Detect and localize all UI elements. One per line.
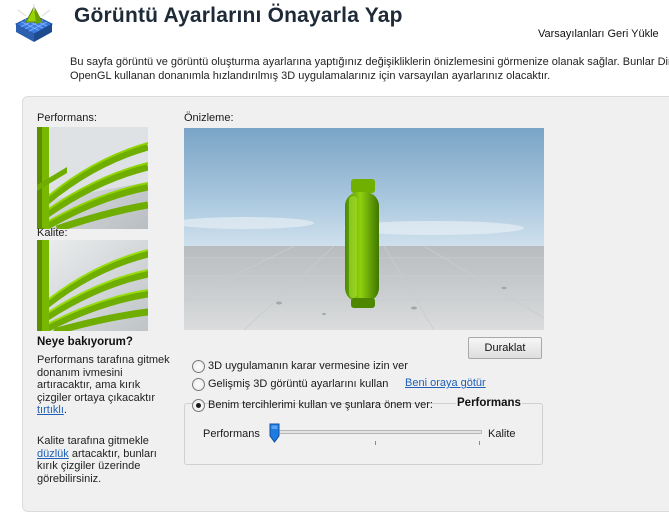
quality-thumbnail <box>37 240 148 331</box>
preview-scene <box>184 128 544 330</box>
radio-advanced-settings[interactable] <box>192 377 205 391</box>
take-me-there-link[interactable]: Beni oraya götür <box>405 377 486 389</box>
help-title: Neye bakıyorum? <box>37 336 133 348</box>
restore-defaults-link[interactable]: Varsayılanları Geri Yükle <box>538 28 659 40</box>
option-advanced-settings-label: Gelişmiş 3D görüntü ayarlarını kullan <box>208 378 389 390</box>
page-header: Görüntü Ayarlarını Önayarla Yap Varsayıl… <box>0 0 669 46</box>
slider-tick <box>479 441 480 445</box>
radio-let-application-decide[interactable] <box>192 359 205 373</box>
slider-right-label: Kalite <box>488 428 516 440</box>
page-title: Görüntü Ayarlarını Önayarla Yap <box>74 4 403 27</box>
quality-thumbnail-label: Kalite: <box>37 227 68 239</box>
aliasing-link[interactable]: tırtıklı <box>37 404 64 416</box>
pause-button[interactable]: Duraklat <box>468 337 542 359</box>
slider-left-label: Performans <box>203 428 260 440</box>
description-line-1: Bu sayfa görüntü ve görüntü oluşturma ay… <box>70 56 669 68</box>
help-performance-body: Performans tarafına gitmek donanım ivmes… <box>37 354 170 404</box>
option-use-my-preference[interactable]: Benim tercihlerimi kullan ve şunlara öne… <box>192 397 433 413</box>
radio-use-my-preference[interactable] <box>192 398 205 412</box>
slider-tick <box>375 441 376 445</box>
quality-slider-track[interactable] <box>270 430 482 434</box>
page-description: Bu sayfa görüntü ve görüntü oluşturma ay… <box>70 55 669 83</box>
option-use-my-preference-label: Benim tercihlerimi kullan ve şunlara öne… <box>208 399 433 411</box>
help-quality-body-a: Kalite tarafına gitmekle <box>37 435 149 447</box>
preview-label: Önizleme: <box>184 112 234 124</box>
help-quality-text: Kalite tarafına gitmekle düzlük artacakt… <box>37 435 177 485</box>
performance-thumbnail-label: Performans: <box>37 112 97 124</box>
quality-thumbnail-image <box>37 240 148 331</box>
3d-settings-icon <box>14 4 54 42</box>
description-line-2: OpenGL kullanan donanımla hızlandırılmış… <box>70 70 551 82</box>
option-advanced-settings[interactable]: Gelişmiş 3D görüntü ayarlarını kullan <box>192 376 388 392</box>
preview-viewport <box>184 128 544 330</box>
quality-slider-thumb[interactable] <box>269 423 280 443</box>
help-performance-text: Performans tarafına gitmek donanım ivmes… <box>37 354 177 417</box>
slider-heading: Performans <box>456 397 522 409</box>
smoothness-link[interactable]: düzlük <box>37 448 69 460</box>
performance-thumbnail-image <box>37 127 148 229</box>
option-let-application-decide-label: 3D uygulamanın karar vermesine izin ver <box>208 360 408 372</box>
performance-thumbnail <box>37 127 148 229</box>
help-performance-end: . <box>63 404 67 417</box>
option-let-application-decide[interactable]: 3D uygulamanın karar vermesine izin ver <box>192 358 408 374</box>
